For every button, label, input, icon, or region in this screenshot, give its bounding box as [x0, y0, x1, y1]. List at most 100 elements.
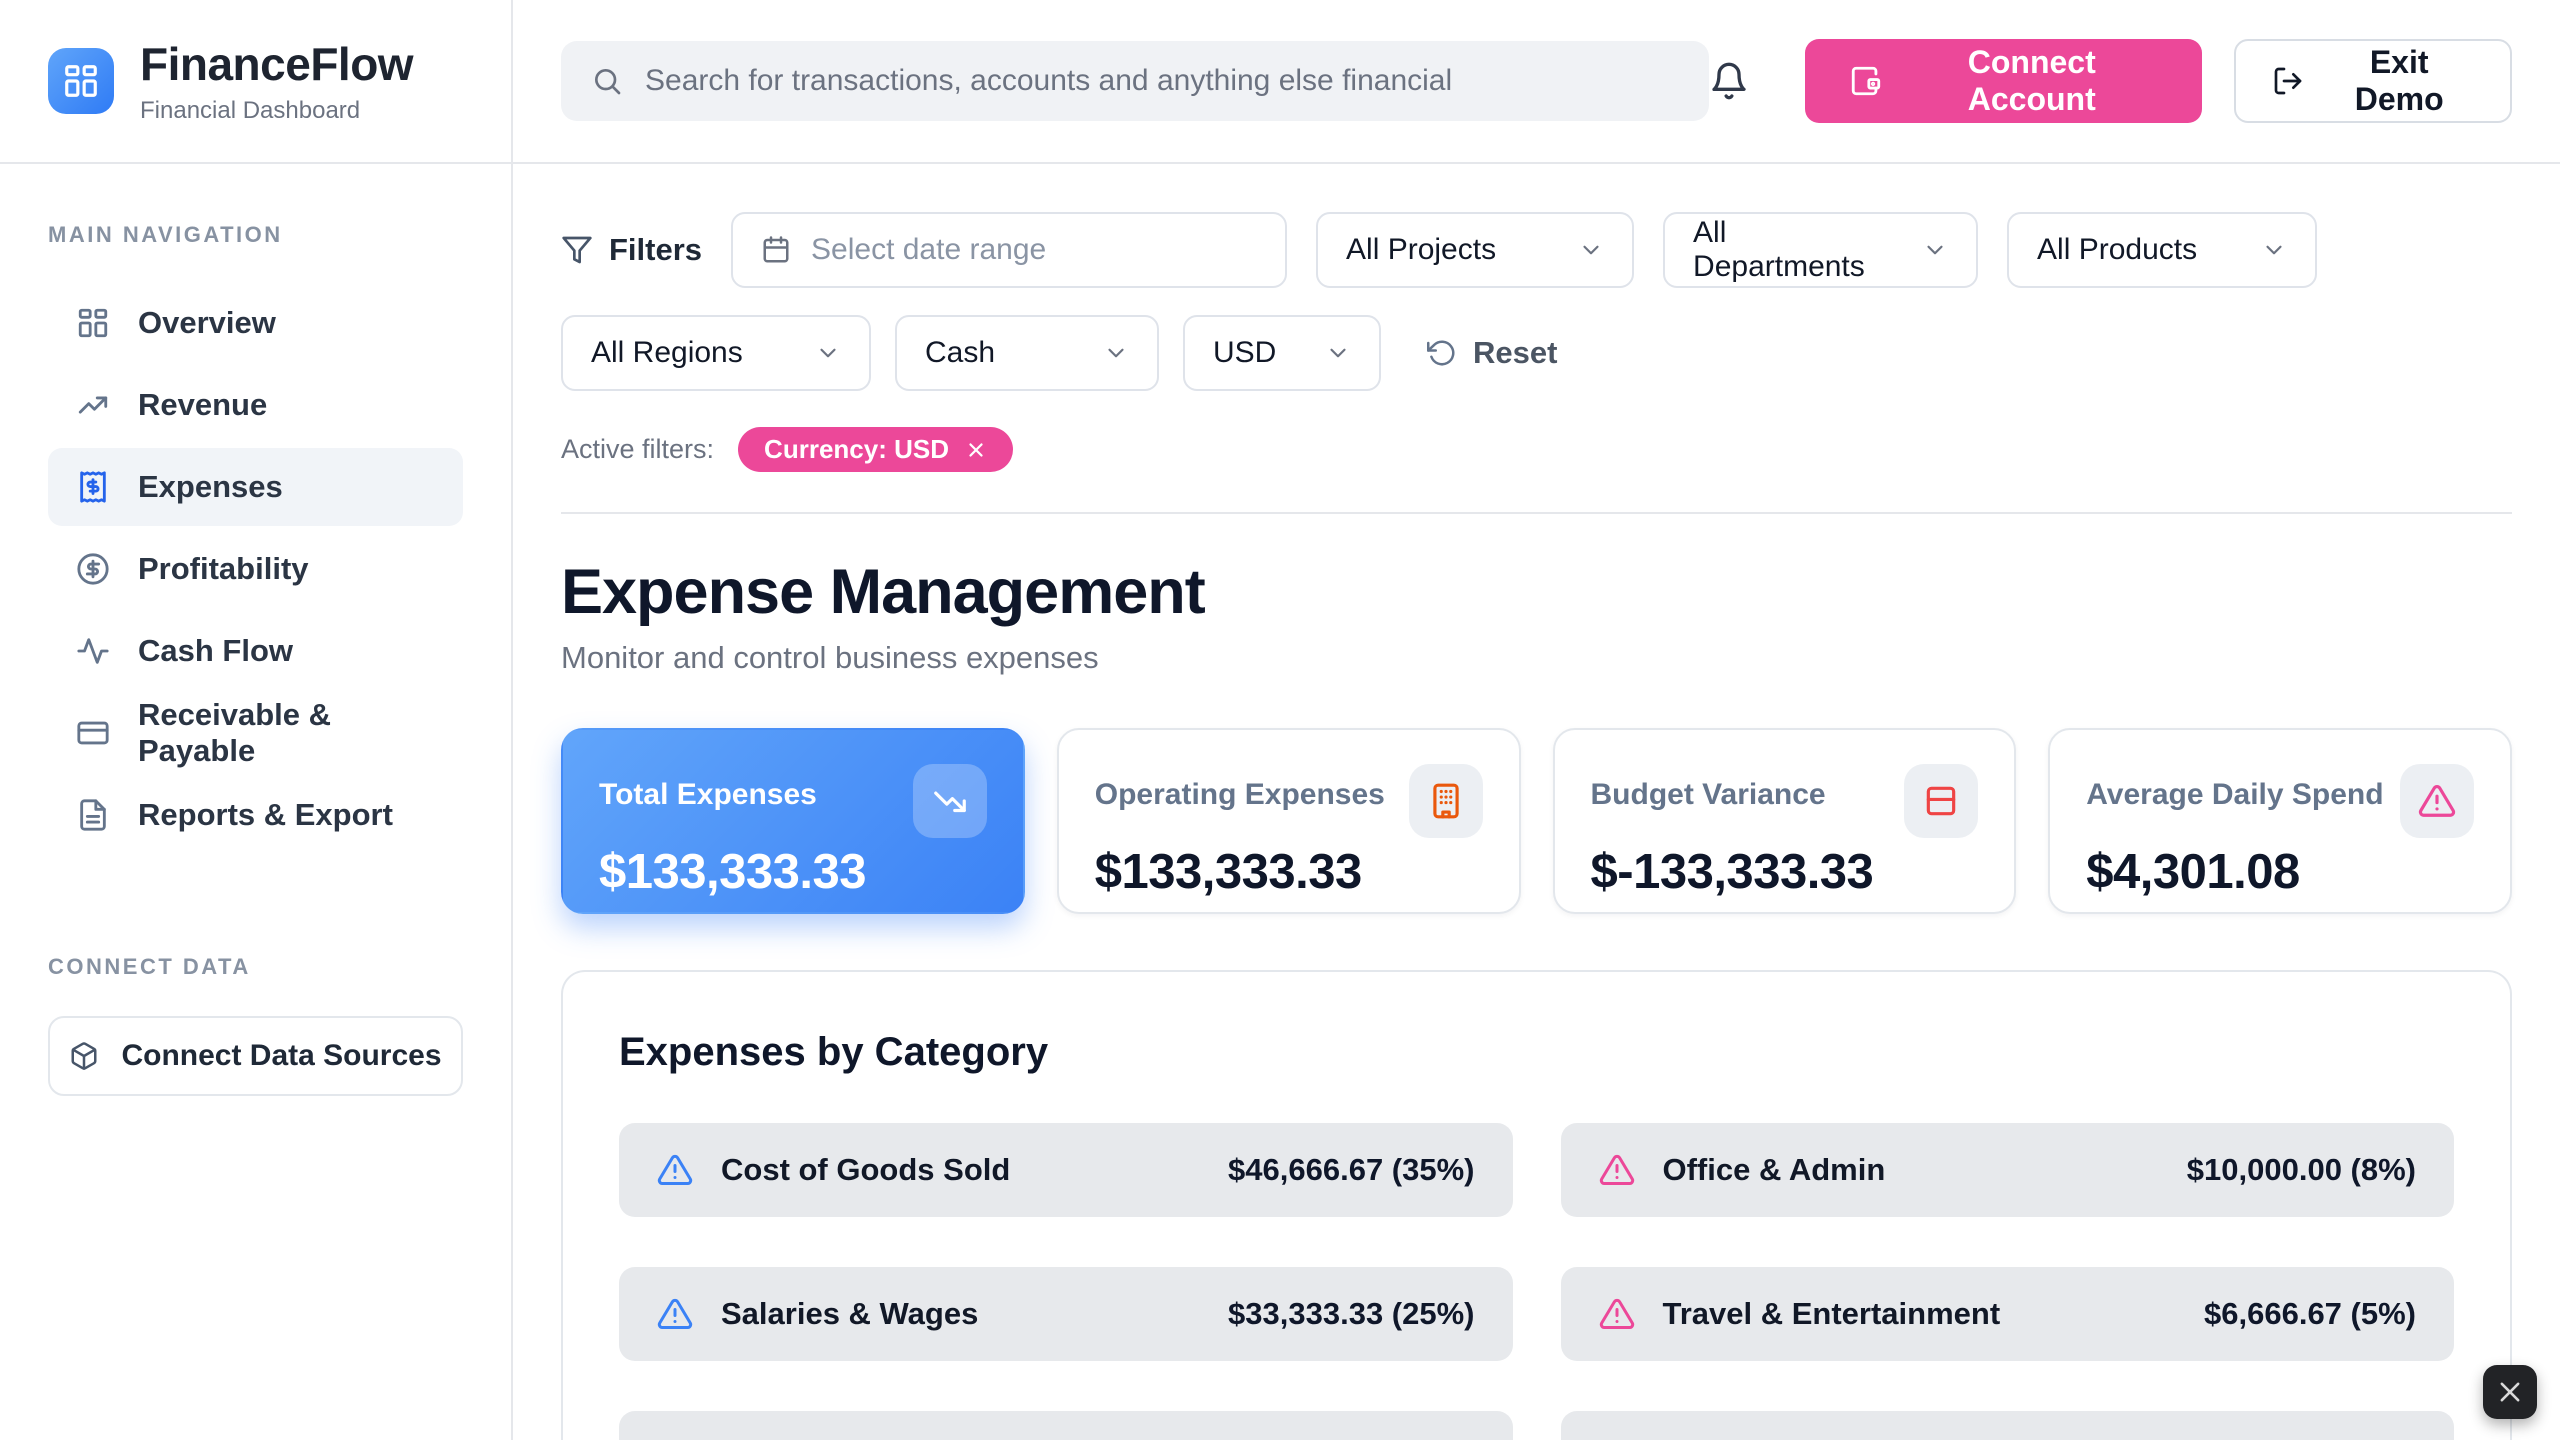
- chip-close-icon[interactable]: [965, 439, 987, 461]
- top-bar: Connect Account Exit Demo: [513, 0, 2560, 164]
- exit-demo-label: Exit Demo: [2324, 44, 2474, 118]
- stat-value: $133,333.33: [599, 844, 987, 900]
- payment-method-dropdown[interactable]: Cash: [895, 315, 1159, 391]
- chevron-down-icon: [1578, 237, 1604, 263]
- building-icon: [1409, 764, 1483, 838]
- stat-cards-row: Total Expenses $133,333.33 Operating Exp…: [561, 728, 2512, 914]
- sidebar-item-overview[interactable]: Overview: [48, 284, 463, 362]
- sidebar-item-revenue[interactable]: Revenue: [48, 366, 463, 444]
- connect-data-section: CONNECT DATA Connect Data Sources: [0, 858, 511, 1096]
- stat-label: Average Daily Spend: [2086, 764, 2383, 812]
- alert-triangle-icon: [657, 1152, 693, 1188]
- chevron-down-icon: [1922, 237, 1948, 263]
- page-subtitle: Monitor and control business expenses: [561, 640, 2512, 676]
- products-dropdown[interactable]: All Products: [2007, 212, 2317, 288]
- page-title: Expense Management: [561, 556, 2512, 628]
- logout-icon: [2272, 65, 2304, 97]
- alert-triangle-icon: [1599, 1296, 1635, 1332]
- filters-label: Filters: [609, 232, 702, 268]
- file-text-icon: [76, 798, 110, 832]
- sidebar-item-profitability[interactable]: Profitability: [48, 530, 463, 608]
- stat-label: Budget Variance: [1591, 764, 1826, 812]
- category-name: Salaries & Wages: [721, 1296, 1200, 1332]
- activity-icon: [76, 634, 110, 668]
- filter-chip-currency-usd[interactable]: Currency: USD: [738, 427, 1013, 472]
- content-area: Filters Select date range All Projects A…: [513, 164, 2560, 1440]
- stat-value: $-133,333.33: [1591, 844, 1979, 900]
- category-row-office-admin: Office & Admin $10,000.00 (8%): [1561, 1123, 2455, 1217]
- sidebar-item-label: Overview: [138, 305, 276, 341]
- filters-row-1: Filters Select date range All Projects A…: [561, 212, 2512, 288]
- main-navigation: MAIN NAVIGATION Overview Revenue Expense…: [0, 164, 511, 858]
- category-name: Office & Admin: [1663, 1152, 2159, 1188]
- sidebar-item-label: Expenses: [138, 469, 283, 505]
- departments-dropdown-value: All Departments: [1693, 216, 1898, 284]
- category-name: Cost of Goods Sold: [721, 1152, 1200, 1188]
- section-divider: [561, 512, 2512, 514]
- sidebar-item-label: Cash Flow: [138, 633, 293, 669]
- close-overlay-button[interactable]: [2483, 1365, 2537, 1419]
- stat-card-budget-variance[interactable]: Budget Variance $-133,333.33: [1553, 728, 2017, 914]
- sidebar-item-expenses[interactable]: Expenses: [48, 448, 463, 526]
- dashboard-grid-icon: [76, 306, 110, 340]
- main-column: Connect Account Exit Demo Filters Select…: [513, 0, 2560, 1440]
- projects-dropdown[interactable]: All Projects: [1316, 212, 1634, 288]
- category-row-cost-of-goods-sold: Cost of Goods Sold $46,666.67 (35%): [619, 1123, 1513, 1217]
- cube-icon: [69, 1041, 99, 1071]
- stat-label: Operating Expenses: [1095, 764, 1385, 812]
- funnel-icon: [561, 234, 593, 266]
- connect-data-sources-button[interactable]: Connect Data Sources: [48, 1016, 463, 1096]
- connect-data-label: CONNECT DATA: [48, 954, 463, 980]
- wallet-icon: [1849, 64, 1883, 98]
- sidebar-item-label: Revenue: [138, 387, 267, 423]
- currency-dropdown[interactable]: USD: [1183, 315, 1381, 391]
- filters-row-2: All Regions Cash USD Reset: [561, 315, 2512, 391]
- alert-triangle-icon: [657, 1296, 693, 1332]
- trending-up-icon: [76, 388, 110, 422]
- stat-card-total-expenses[interactable]: Total Expenses $133,333.33: [561, 728, 1025, 914]
- connect-account-button[interactable]: Connect Account: [1805, 39, 2202, 123]
- reset-filters-button[interactable]: Reset: [1427, 335, 1557, 371]
- category-value: $6,666.67 (5%): [2204, 1296, 2416, 1332]
- app-root: FinanceFlow Financial Dashboard MAIN NAV…: [0, 0, 2560, 1440]
- rotate-ccw-icon: [1427, 338, 1457, 368]
- sidebar: FinanceFlow Financial Dashboard MAIN NAV…: [0, 0, 513, 1440]
- global-search[interactable]: [561, 41, 1709, 121]
- brand-text: FinanceFlow Financial Dashboard: [140, 37, 413, 125]
- date-range-picker[interactable]: Select date range: [731, 212, 1287, 288]
- finance-flow-logo-icon: [48, 48, 114, 114]
- regions-dropdown[interactable]: All Regions: [561, 315, 871, 391]
- category-value: $33,333.33 (25%): [1228, 1296, 1474, 1332]
- stat-value: $4,301.08: [2086, 844, 2474, 900]
- category-row-travel-entertainment: Travel & Entertainment $6,666.67 (5%): [1561, 1267, 2455, 1361]
- close-icon: [2496, 1378, 2524, 1406]
- category-name: Travel & Entertainment: [1663, 1296, 2177, 1332]
- exit-demo-button[interactable]: Exit Demo: [2234, 39, 2512, 123]
- expenses-by-category-card: Expenses by Category Cost of Goods Sold …: [561, 970, 2512, 1440]
- category-value: $46,666.67 (35%): [1228, 1152, 1474, 1188]
- search-input[interactable]: [645, 64, 1679, 98]
- date-range-placeholder: Select date range: [811, 233, 1046, 267]
- bell-icon: [1709, 61, 1749, 101]
- stat-value: $133,333.33: [1095, 844, 1483, 900]
- sidebar-item-cash-flow[interactable]: Cash Flow: [48, 612, 463, 690]
- stat-card-average-daily-spend[interactable]: Average Daily Spend $4,301.08: [2048, 728, 2512, 914]
- search-icon: [591, 65, 623, 97]
- stat-card-operating-expenses[interactable]: Operating Expenses $133,333.33: [1057, 728, 1521, 914]
- sidebar-item-label: Receivable & Payable: [138, 697, 435, 769]
- category-row-marketing: Marketing $20,000.00 (15%): [619, 1411, 1513, 1440]
- brand-name: FinanceFlow: [140, 37, 413, 91]
- chevron-down-icon: [815, 340, 841, 366]
- active-filters-row: Active filters: Currency: USD: [561, 427, 2512, 472]
- sidebar-item-receivable-payable[interactable]: Receivable & Payable: [48, 694, 463, 772]
- credit-card-icon: [76, 716, 110, 750]
- filters-title: Filters: [561, 232, 702, 268]
- sidebar-item-label: Profitability: [138, 551, 309, 587]
- receipt-icon: [76, 470, 110, 504]
- category-grid: Cost of Goods Sold $46,666.67 (35%) Offi…: [619, 1123, 2454, 1440]
- notifications-button[interactable]: [1709, 61, 1749, 101]
- nav-section-label: MAIN NAVIGATION: [48, 222, 463, 248]
- chevron-down-icon: [2261, 237, 2287, 263]
- departments-dropdown[interactable]: All Departments: [1663, 212, 1978, 288]
- sidebar-item-reports-export[interactable]: Reports & Export: [48, 776, 463, 854]
